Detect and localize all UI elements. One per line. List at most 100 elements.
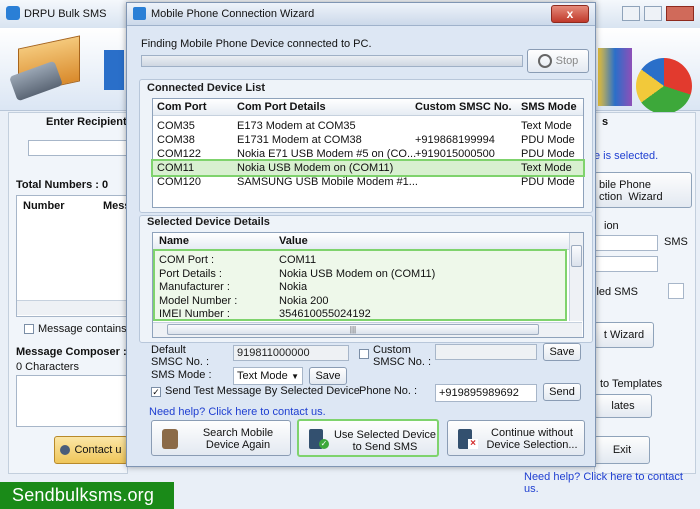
message-composer-textarea[interactable] (16, 375, 128, 427)
message-composer-label: Message Composer : (16, 346, 127, 358)
send-test-checkbox[interactable]: ✓ (151, 387, 161, 397)
right-select-2[interactable] (594, 256, 658, 272)
stop-icon (537, 54, 552, 69)
detail-name-cell: Port Details : (159, 267, 222, 280)
detail-value-cell: Nokia USB Modem on (COM11) (279, 267, 436, 280)
sms-mode-select[interactable]: Text Mode ▼ (233, 367, 303, 385)
details-hscroll-thumb[interactable]: ||| (167, 324, 539, 335)
header-com-port-details: Com Port Details (237, 101, 326, 113)
connected-device-list[interactable]: Com Port Com Port Details Custom SMSC No… (151, 98, 585, 208)
details-list-header: Name Value (153, 233, 569, 250)
numbers-list[interactable]: Number Mess (16, 195, 131, 317)
header-value: Value (279, 235, 308, 247)
mobile-phone-connection-wizard-dialog: Mobile Phone Connection Wizard x Finding… (126, 2, 596, 467)
logo-fragment-icon (104, 50, 124, 90)
maximize-icon[interactable] (644, 6, 662, 21)
minimize-icon[interactable] (622, 6, 640, 21)
device-detail-row[interactable]: IMEI Number : 354610055024192 (153, 307, 563, 321)
connected-device-row[interactable]: COM120 SAMSUNG USB Mobile Modem #1... PDU … (153, 175, 583, 189)
sms-mode-value: Text Mode (237, 370, 288, 382)
detail-name-cell: COM Port : (159, 254, 215, 266)
recipient-input[interactable] (28, 140, 128, 156)
selected-device-details-list[interactable]: Name Value COM Port : COM11 Port Details :… (152, 232, 584, 338)
mobile-phone-wizard-button[interactable]: bile Phone ction Wizard (594, 172, 692, 208)
templates-button[interactable]: lates (594, 394, 652, 418)
detail-name-cell: Model Number : (159, 294, 238, 307)
exit-button[interactable]: Exit (594, 436, 650, 464)
com-port-details-cell: Nokia E71 USB Modem #5 on (CO... (237, 148, 417, 160)
connected-device-row[interactable]: COM122 Nokia E71 USB Modem #5 on (CO... +9… (153, 147, 583, 161)
phone-no-label: Phone No. : (359, 385, 418, 397)
header-name: Name (159, 235, 189, 247)
search-device-again-label: Search Mobile Device Again (202, 427, 274, 451)
save-mode-button[interactable]: Save (309, 367, 347, 385)
message-contains-checkbox[interactable] (24, 324, 34, 334)
right-panel-heading: s (602, 116, 609, 128)
header-custom-smsc: Custom SMSC No. (415, 101, 512, 113)
watermark: Sendbulksms.org (0, 482, 174, 509)
templates-label: to Templates (600, 378, 663, 390)
send-button[interactable]: Send (543, 383, 581, 401)
device-detail-row[interactable]: COM Port : COM11 (153, 253, 563, 267)
details-vscroll-thumb[interactable] (571, 245, 582, 267)
window-close-icon[interactable] (666, 6, 694, 21)
pie-chart-icon (636, 58, 692, 114)
connected-device-row[interactable]: COM38 E1731 Modem at COM38 +919868199994 PD… (153, 133, 583, 147)
failed-sms-spinner[interactable] (668, 283, 684, 299)
device-detail-row[interactable]: Port Details : Nokia USB Modem on (COM11) (153, 267, 563, 281)
device-detail-row[interactable]: Model Number : Nokia 200 (153, 294, 563, 308)
com-port-cell: COM38 (157, 134, 195, 146)
person-search-icon (162, 429, 178, 449)
send-label: Send (549, 386, 575, 398)
detail-name-cell: Manufacturer : (159, 281, 230, 293)
header-com-port: Com Port (157, 101, 207, 113)
save-smsc-label: Save (549, 346, 575, 358)
right-select-1[interactable] (594, 235, 658, 251)
continue-without-device-label: Continue without Device Selection... (486, 427, 578, 451)
dialog-title: Mobile Phone Connection Wizard (151, 8, 315, 20)
message-contains-label: Message contains n (38, 323, 136, 335)
background-help-link[interactable]: Need help? Click here to contact us. (524, 471, 700, 495)
right-sms-label: SMS (664, 236, 688, 248)
header-sms-mode: SMS Mode (521, 101, 577, 113)
details-vertical-scrollbar[interactable] (569, 233, 583, 321)
save-smsc-button[interactable]: Save (543, 343, 581, 361)
custom-smsc-cell: +919015000500 (415, 148, 495, 160)
search-device-again-button[interactable]: Search Mobile Device Again (151, 420, 291, 456)
wizard-button-label: t Wizard (603, 329, 645, 341)
books-icon (598, 48, 632, 106)
mobile-phone-wizard-label: bile Phone ction Wizard (599, 179, 663, 203)
contact-us-button[interactable]: Contact u (54, 436, 128, 464)
dialog-close-button[interactable]: x (551, 5, 589, 23)
com-port-cell: COM11 (157, 162, 195, 174)
send-test-label: Send Test Message By Selected Device (165, 385, 360, 397)
stop-button[interactable]: Stop (527, 49, 589, 73)
connected-list-header: Com Port Com Port Details Custom SMSC No… (153, 99, 583, 116)
default-smsc-field[interactable]: 919811000000 (233, 345, 349, 361)
characters-count: 0 Characters (16, 361, 79, 373)
custom-smsc-field[interactable] (435, 344, 537, 360)
right-option-label: ion (604, 220, 619, 232)
dialog-help-link[interactable]: Need help? Click here to contact us. (149, 406, 326, 418)
use-selected-device-button[interactable]: ✓ Use Selected Device to Send SMS (297, 419, 439, 457)
device-detail-row[interactable]: Manufacturer : Nokia (153, 280, 563, 294)
phone-no-field[interactable]: +919895989692 (435, 384, 537, 402)
detail-value-cell: Nokia 200 (279, 294, 329, 307)
sms-mode-label: SMS Mode : (151, 369, 212, 381)
continue-without-device-button[interactable]: × Continue without Device Selection... (447, 420, 585, 456)
default-smsc-label: Default SMSC No. : (151, 344, 210, 368)
dialog-app-icon (133, 7, 146, 20)
search-progress-fill (142, 56, 522, 66)
com-port-cell: COM122 (157, 148, 202, 160)
custom-smsc-label: Custom SMSC No. : (373, 344, 432, 368)
connected-device-row-selected[interactable]: COM11 Nokia USB Modem on (COM11) Text Mode (151, 159, 585, 177)
details-horizontal-scrollbar[interactable]: ||| (153, 322, 582, 337)
save-mode-label: Save (315, 370, 341, 382)
numbers-list-scrollbar[interactable] (17, 300, 127, 315)
close-icon: x (566, 7, 574, 21)
wizard-button[interactable]: t Wizard (594, 322, 654, 348)
com-port-cell: COM120 (157, 176, 202, 188)
selected-device-title: Selected Device Details (147, 216, 270, 228)
custom-smsc-checkbox[interactable] (359, 349, 369, 359)
connected-device-row[interactable]: COM35 E173 Modem at COM35 Text Mode (153, 119, 583, 133)
